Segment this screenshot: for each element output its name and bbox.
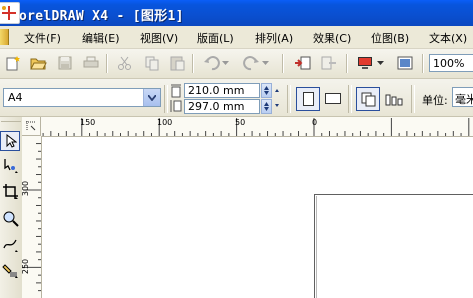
undo-dropdown-icon[interactable]	[222, 61, 229, 66]
toolbar-separator	[346, 54, 348, 73]
menu-bar: 文件(F) 编辑(E) 视图(V) 版面(L) 排列(A) 效果(C) 位图(B…	[0, 26, 473, 49]
spin-gripper	[274, 87, 280, 109]
menu-layout[interactable]: 版面(L)	[197, 30, 234, 46]
current-page-icon[interactable]	[385, 91, 403, 107]
paper-size-select[interactable]: A4	[3, 88, 161, 107]
chevron-down-icon	[148, 95, 156, 101]
ruler-origin-corner[interactable]	[22, 117, 41, 136]
ruler-label: 0	[312, 118, 318, 127]
portrait-button[interactable]	[296, 87, 320, 111]
pick-tool-button[interactable]	[0, 131, 20, 151]
cut-icon[interactable]	[116, 54, 134, 72]
menu-view[interactable]: 视图(V)	[140, 30, 178, 46]
ruler-label: 150	[80, 118, 96, 127]
paper-size-dropdown-button[interactable]	[143, 89, 160, 106]
menu-edit[interactable]: 编辑(E)	[82, 30, 120, 46]
application-launcher-icon[interactable]	[356, 54, 374, 72]
save-icon[interactable]	[56, 54, 74, 72]
page-height-icon	[170, 100, 182, 112]
paste-icon[interactable]	[168, 54, 186, 72]
page-width-spinner[interactable]	[261, 83, 272, 98]
units-select[interactable]: 毫米	[452, 87, 473, 107]
units-label: 单位:	[422, 94, 448, 107]
gripper-icon	[275, 89, 279, 107]
coreldraw-app-icon[interactable]	[0, 2, 20, 24]
launcher-dropdown-icon[interactable]	[377, 61, 384, 66]
property-bar: A4 210.0 mm 297.0 mm 单位: 毫	[0, 79, 473, 117]
smart-fill-tool-icon[interactable]	[2, 262, 19, 279]
all-pages-button[interactable]	[356, 87, 380, 111]
portrait-page-icon	[303, 92, 314, 106]
window-title: orelDRAW X4 - [图形1]	[19, 9, 184, 24]
page-width-value: 210.0 mm	[188, 84, 245, 97]
all-pages-icon	[361, 92, 376, 107]
toolbar-separator	[287, 85, 291, 113]
zoom-tool-icon[interactable]	[2, 210, 19, 227]
page-width-field[interactable]: 210.0 mm	[184, 83, 260, 98]
undo-icon[interactable]	[203, 54, 221, 72]
freehand-tool-icon[interactable]	[2, 236, 19, 253]
page-height-field[interactable]: 297.0 mm	[184, 99, 260, 114]
export-icon[interactable]	[320, 54, 338, 72]
shape-tool-icon[interactable]	[2, 157, 19, 174]
menu-bitmaps[interactable]: 位图(B)	[371, 30, 409, 46]
redo-icon[interactable]	[242, 54, 260, 72]
zoom-level-combo[interactable]: 100%	[429, 54, 473, 72]
toolbox-gripper	[1, 117, 21, 122]
toolbar-separator	[106, 54, 108, 73]
page-height-value: 297.0 mm	[188, 100, 245, 113]
menu-text[interactable]: 文本(X)	[429, 30, 467, 46]
menu-file[interactable]: 文件(F)	[24, 30, 61, 46]
new-document-icon[interactable]	[4, 54, 22, 72]
pick-tool-icon	[6, 134, 17, 148]
menu-arrange[interactable]: 排列(A)	[255, 30, 293, 46]
crop-tool-icon[interactable]	[2, 183, 19, 200]
welcome-screen-icon[interactable]	[396, 54, 414, 72]
toolbox	[0, 117, 23, 298]
vertical-ruler[interactable]: 300 250	[21, 136, 42, 298]
print-icon[interactable]	[82, 54, 100, 72]
page-width-icon	[171, 84, 181, 98]
toolbar-separator	[422, 54, 424, 73]
ruler-label: 250	[21, 258, 31, 275]
standard-toolbar: 100%	[0, 49, 473, 79]
zoom-level-value: 100%	[433, 57, 465, 70]
page-height-spinner[interactable]	[261, 99, 272, 114]
copy-icon[interactable]	[143, 54, 161, 72]
import-icon[interactable]	[294, 54, 312, 72]
spin-arrows-icon	[264, 86, 269, 95]
ruler-origin-icon	[26, 121, 36, 131]
open-folder-icon[interactable]	[29, 54, 47, 72]
ruler-label: 50	[235, 118, 246, 127]
horizontal-ruler[interactable]: 150 100 50 0	[22, 117, 473, 137]
toolbar-separator	[164, 85, 168, 113]
redo-dropdown-icon[interactable]	[262, 61, 269, 66]
document-menu-icon[interactable]	[0, 29, 9, 45]
page-shadow	[316, 196, 317, 298]
units-value: 毫米	[455, 93, 473, 106]
toolbar-separator	[282, 54, 284, 73]
page-border	[314, 194, 473, 298]
paper-size-value: A4	[8, 91, 23, 104]
toolbar-separator	[348, 85, 352, 113]
title-bar: orelDRAW X4 - [图形1]	[0, 0, 473, 26]
toolbar-separator	[192, 54, 194, 73]
landscape-page-icon[interactable]	[325, 93, 341, 105]
toolbar-separator	[411, 85, 415, 113]
ruler-label: 100	[157, 118, 173, 127]
ruler-label: 300	[21, 180, 31, 197]
menu-effects[interactable]: 效果(C)	[313, 30, 351, 46]
spin-arrows-icon	[264, 102, 269, 111]
